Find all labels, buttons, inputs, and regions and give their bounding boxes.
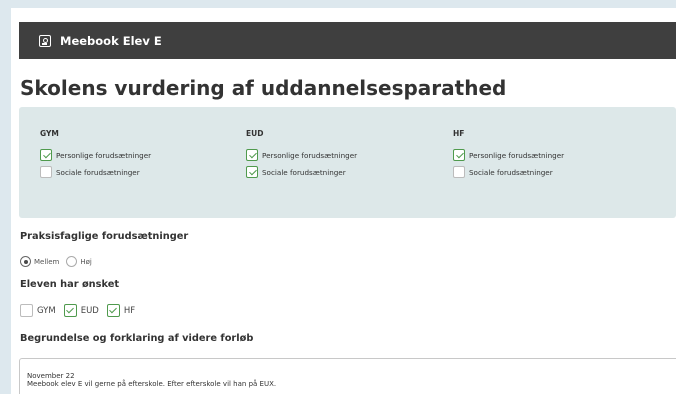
- checkbox-label: Sociale forudsætninger: [56, 167, 140, 177]
- checkbox-gym-sociale[interactable]: Sociale forudsætninger: [40, 166, 151, 178]
- column-eud: EUD Personlige forudsætninger Sociale fo…: [246, 129, 357, 183]
- radio-unselected-icon[interactable]: [66, 256, 78, 267]
- column-heading: EUD: [246, 129, 264, 138]
- checkbox-label: Personlige forudsætninger: [56, 150, 152, 160]
- begrundelse-textarea[interactable]: November 22 Meebook elev E vil gerne på …: [19, 358, 676, 394]
- checkbox-checked-icon[interactable]: [106, 304, 120, 317]
- oensket-checkbox-group: GYM EUD HF: [20, 304, 135, 317]
- begrundelse-label: Begrundelse og forklaring af videre forl…: [20, 333, 254, 344]
- checkbox-gym-personlige[interactable]: Personlige forudsætninger: [40, 149, 151, 161]
- checkbox-eud-personlige[interactable]: Personlige forudsætninger: [246, 149, 357, 161]
- textarea-line: Meebook elev E vil gerne på efterskole. …: [27, 380, 277, 388]
- column-hf: HF Personlige forudsætninger Sociale for…: [453, 129, 564, 183]
- page-container: Meebook Elev E Skolens vurdering af udda…: [11, 8, 676, 394]
- checkbox-checked-icon[interactable]: [40, 149, 52, 161]
- checkbox-unchecked-icon[interactable]: [40, 166, 52, 178]
- radio-label-mellem[interactable]: Mellem: [34, 258, 59, 266]
- checkbox-eud-sociale[interactable]: Sociale forudsætninger: [246, 166, 357, 178]
- checkbox-label-eud[interactable]: EUD: [81, 306, 99, 316]
- checkbox-unchecked-icon[interactable]: [20, 304, 33, 317]
- checkbox-checked-icon[interactable]: [246, 166, 258, 178]
- checkbox-checked-icon[interactable]: [246, 149, 258, 161]
- checkbox-label-gym[interactable]: GYM: [37, 306, 56, 316]
- oensket-label: Eleven har ønsket: [20, 279, 120, 290]
- checkbox-label-hf[interactable]: HF: [124, 306, 135, 316]
- app-header: Meebook Elev E: [19, 22, 676, 59]
- column-heading: HF: [453, 129, 465, 138]
- radio-selected-icon[interactable]: [20, 256, 31, 267]
- page-title: Skolens vurdering af uddannelsesparathed: [20, 76, 507, 100]
- checkbox-label: Personlige forudsætninger: [469, 150, 565, 160]
- radio-label-hoej[interactable]: Høj: [80, 258, 92, 266]
- praksis-radio-group: Mellem Høj: [20, 256, 92, 267]
- checkbox-checked-icon[interactable]: [453, 149, 465, 161]
- checkbox-label: Sociale forudsætninger: [262, 167, 346, 177]
- app-title: Meebook Elev E: [60, 33, 162, 48]
- checkbox-label: Personlige forudsætninger: [262, 150, 358, 160]
- checkbox-unchecked-icon[interactable]: [453, 166, 465, 178]
- column-heading: GYM: [40, 129, 59, 138]
- checkbox-label: Sociale forudsætninger: [469, 167, 553, 177]
- readiness-panel: GYM Personlige forudsætninger Sociale fo…: [19, 107, 676, 218]
- checkbox-checked-icon[interactable]: [63, 304, 77, 317]
- textarea-line: November 22: [27, 372, 75, 380]
- student-card-icon: [39, 34, 51, 47]
- column-gym: GYM Personlige forudsætninger Sociale fo…: [40, 129, 151, 183]
- checkbox-hf-personlige[interactable]: Personlige forudsætninger: [453, 149, 564, 161]
- praksis-label: Praksisfaglige forudsætninger: [20, 231, 189, 242]
- checkbox-hf-sociale[interactable]: Sociale forudsætninger: [453, 166, 564, 178]
